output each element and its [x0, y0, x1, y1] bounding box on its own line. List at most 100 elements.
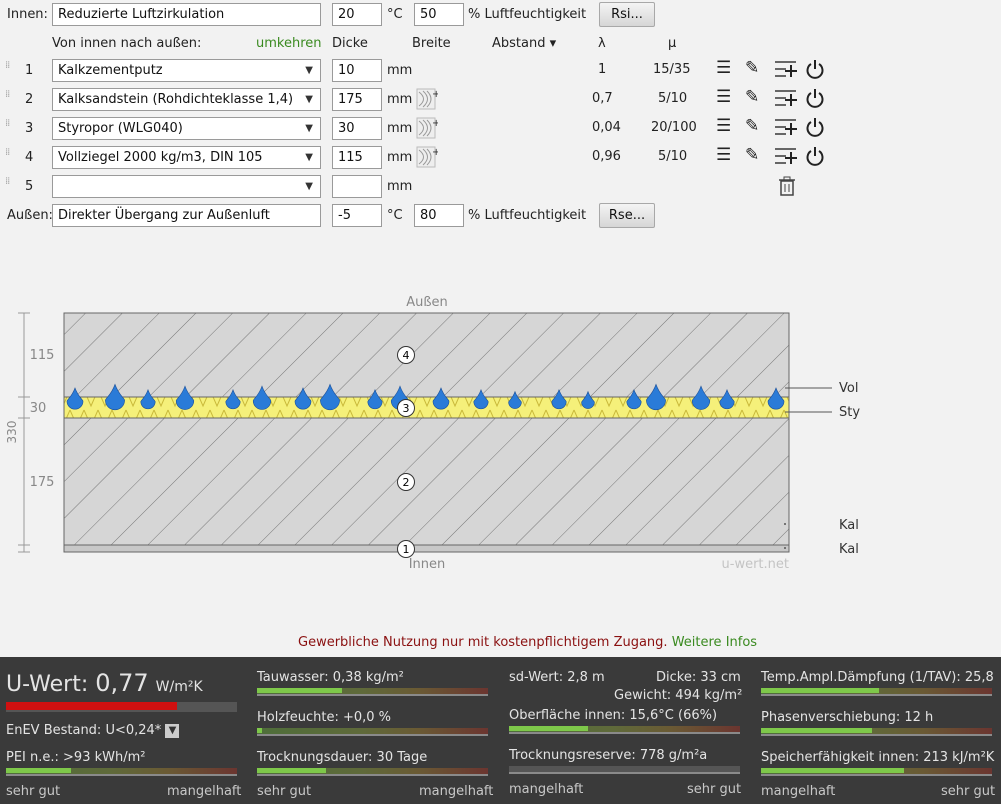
svg-text:+: + — [432, 147, 438, 158]
insert-layer-icon[interactable] — [774, 88, 798, 108]
lambda-header: λ — [598, 36, 606, 51]
pencil-icon[interactable]: ✎ — [745, 145, 759, 165]
menu-icon[interactable]: ☰ — [716, 58, 731, 78]
layer-thickness-unit: mm — [387, 121, 413, 136]
pencil-icon[interactable]: ✎ — [745, 116, 759, 136]
scale-bad-4: mangelhaft — [761, 784, 836, 799]
layer-material-value: Kalkzementputz — [58, 63, 163, 78]
layer-thickness-field[interactable]: 115 — [332, 146, 382, 169]
rse-button[interactable]: Rse... — [599, 203, 655, 228]
svg-text:2: 2 — [403, 476, 410, 489]
power-icon[interactable] — [805, 59, 825, 79]
layer-mu: 5/10 — [658, 149, 688, 164]
wood-grain-icon[interactable]: + — [416, 146, 438, 168]
tauwasser-label: Tauwasser: 0,38 kg/m² — [257, 670, 404, 685]
layer-number: 1 — [25, 63, 34, 78]
pencil-icon[interactable]: ✎ — [745, 58, 759, 78]
menu-icon[interactable]: ☰ — [716, 87, 731, 107]
more-info-link[interactable]: Weitere Infos — [672, 635, 757, 650]
drag-handle[interactable]: ⁞⁞ — [5, 90, 13, 104]
power-icon[interactable] — [805, 117, 825, 137]
outside-temp-field[interactable]: -5 — [332, 204, 382, 227]
scale-bad-1: mangelhaft — [167, 784, 242, 799]
menu-icon[interactable]: ☰ — [716, 145, 731, 165]
layer-material-select[interactable]: ▼ — [52, 175, 321, 198]
rsi-button[interactable]: Rsi... — [599, 2, 655, 27]
drag-handle[interactable]: ⁞⁞ — [5, 61, 13, 75]
wood-grain-icon[interactable]: + — [416, 88, 438, 110]
insert-layer-icon[interactable] — [774, 59, 798, 79]
drag-handle[interactable]: ⁞⁞ — [5, 148, 13, 162]
outside-humidity-field[interactable]: 80 — [414, 204, 464, 227]
layer-2-shape — [63, 417, 790, 546]
holzfeuchte-bar — [257, 728, 488, 736]
power-icon[interactable] — [805, 88, 825, 108]
side-label-kal-1: Kal — [839, 542, 859, 557]
chevron-down-icon: ▼ — [305, 94, 313, 105]
layer-mu: 15/35 — [653, 62, 691, 77]
layer-material-select[interactable]: Kalksandstein (Rohdichteklasse 1,4) ▼ — [52, 88, 321, 111]
svg-text:+: + — [432, 118, 438, 129]
insert-layer-icon[interactable] — [774, 146, 798, 166]
side-label-vol: Vol — [839, 381, 858, 396]
layer-marker-3: 3 — [397, 399, 415, 417]
chevron-down-icon: ▼ — [305, 65, 313, 76]
layer-number: 2 — [25, 92, 34, 107]
drag-handle[interactable]: ⁞⁞ — [5, 119, 13, 133]
inside-temp-unit: °C — [387, 7, 403, 22]
dropdown-icon[interactable]: ▼ — [165, 723, 180, 738]
scale-good-3: sehr gut — [687, 782, 742, 797]
mu-header: μ — [668, 36, 677, 51]
layer-thickness-field[interactable] — [332, 175, 382, 198]
outside-name-field[interactable]: Direkter Übergang zur Außenluft — [52, 204, 321, 227]
power-icon[interactable] — [805, 146, 825, 166]
menu-icon[interactable]: ☰ — [716, 116, 731, 136]
layer-material-select[interactable]: Kalkzementputz ▼ — [52, 59, 321, 82]
layer-lambda: 0,04 — [592, 120, 621, 135]
wall-section-diagram: Außen 330 115 30 175 4 3 2 1 Vol Sty Kal… — [5, 295, 860, 572]
inside-name-field[interactable]: Reduzierte Luftzirkulation — [52, 3, 321, 26]
trash-icon[interactable] — [778, 176, 796, 196]
reverse-link[interactable]: umkehren — [256, 36, 322, 51]
holzfeuchte-label: Holzfeuchte: +0,0 % — [257, 710, 392, 725]
svg-text:4: 4 — [403, 349, 410, 362]
layer-marker-1: 1 — [397, 540, 415, 558]
layer-thickness-unit: mm — [387, 63, 413, 78]
inside-temp-field[interactable]: 20 — [332, 3, 382, 26]
layer-material-select[interactable]: Vollziegel 2000 kg/m3, DIN 105 ▼ — [52, 146, 321, 169]
layer-number: 5 — [25, 179, 34, 194]
layer-number: 4 — [25, 150, 34, 165]
layer-thickness-field[interactable]: 10 — [332, 59, 382, 82]
trocknungsreserve-bar — [509, 766, 740, 774]
tauwasser-bar — [257, 688, 488, 696]
svg-text:1: 1 — [403, 543, 410, 556]
inside-humidity-field[interactable]: 50 — [414, 3, 464, 26]
insert-layer-icon[interactable] — [774, 117, 798, 137]
scale-good-1: sehr gut — [6, 784, 61, 799]
gewicht-label: Gewicht: 494 kg/m² — [614, 688, 743, 703]
layer-lambda: 1 — [598, 62, 607, 77]
scale-bad-2: mangelhaft — [419, 784, 494, 799]
drag-handle[interactable]: ⁞⁞ — [5, 177, 13, 191]
total-thickness-label: 330 — [5, 421, 19, 444]
svg-text:+: + — [432, 89, 438, 100]
direction-label: Von innen nach außen: — [52, 36, 202, 51]
layer-material-value: Kalksandstein (Rohdichteklasse 1,4) — [58, 92, 294, 107]
dicke-label: Dicke: 33 cm — [656, 670, 741, 685]
layer-thickness-field[interactable]: 175 — [332, 88, 382, 111]
wood-grain-icon[interactable]: + — [416, 117, 438, 139]
scale-good-4: sehr gut — [941, 784, 996, 799]
layer-material-select[interactable]: Styropor (WLG040) ▼ — [52, 117, 321, 140]
dim-label-2: 175 — [30, 475, 55, 490]
enev-label[interactable]: EnEV Bestand: U<0,24* ▼ — [6, 723, 180, 738]
trocknungsreserve-label: Trocknungsreserve: 778 g/m²a — [509, 748, 708, 763]
results-panel: U-Wert: 0,77 W/m²K EnEV Bestand: U<0,24*… — [0, 657, 1001, 804]
dim-label-4: 115 — [30, 348, 55, 363]
pencil-icon[interactable]: ✎ — [745, 87, 759, 107]
distance-header[interactable]: Abstand ▾ — [492, 36, 556, 51]
layer-thickness-field[interactable]: 30 — [332, 117, 382, 140]
diagram-top-label: Außen — [406, 295, 448, 310]
chevron-down-icon: ▼ — [305, 123, 313, 134]
layer-material-value: Styropor (WLG040) — [58, 121, 183, 136]
layer-material-value: Vollziegel 2000 kg/m3, DIN 105 — [58, 150, 263, 165]
